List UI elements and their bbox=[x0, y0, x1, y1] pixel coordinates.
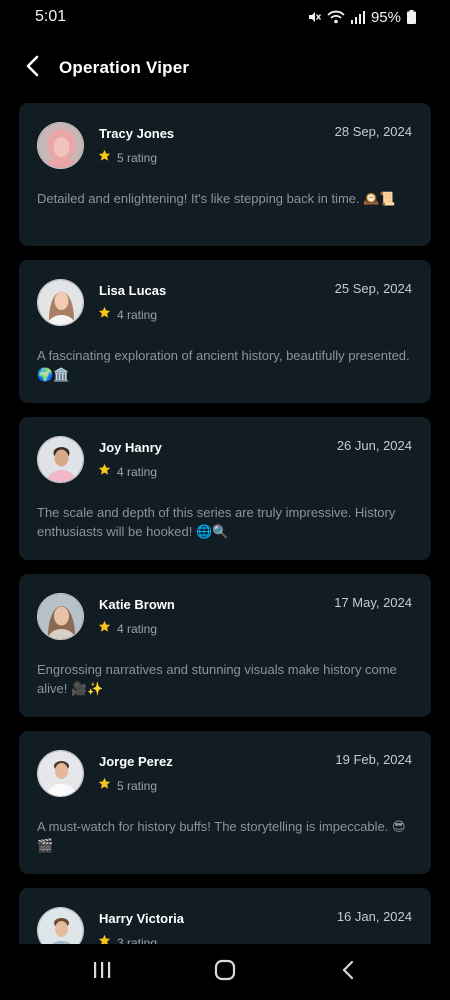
back-icon bbox=[341, 960, 355, 985]
star-icon bbox=[98, 934, 111, 944]
avatar bbox=[37, 593, 84, 640]
star-icon bbox=[98, 777, 111, 795]
battery-icon bbox=[407, 10, 416, 24]
recent-apps-icon bbox=[92, 960, 112, 985]
page-title: Operation Viper bbox=[59, 58, 190, 77]
rating-text: 5 rating bbox=[117, 779, 158, 793]
rating: 4 rating bbox=[98, 306, 157, 324]
star-icon bbox=[98, 149, 111, 167]
avatar bbox=[37, 436, 84, 483]
reviewer-name: Harry Victoria bbox=[99, 911, 185, 926]
review-text: A fascinating exploration of ancient his… bbox=[37, 348, 410, 382]
reviewer-name: Katie Brown bbox=[99, 597, 175, 612]
review-list[interactable]: Tracy Jones 5 rating 28 Sep, 2024 Detail… bbox=[19, 103, 431, 944]
home-button[interactable] bbox=[195, 950, 255, 994]
rating: 5 rating bbox=[98, 149, 157, 167]
star-icon bbox=[98, 620, 111, 638]
rating: 3 rating bbox=[98, 934, 157, 944]
review-date: 19 Feb, 2024 bbox=[335, 752, 412, 767]
rating-text: 3 rating bbox=[117, 936, 158, 944]
star-icon bbox=[98, 306, 111, 324]
home-icon bbox=[214, 959, 236, 986]
review-text: The scale and depth of this series are t… bbox=[37, 505, 396, 539]
signal-icon bbox=[350, 10, 365, 24]
back-button[interactable] bbox=[12, 48, 52, 88]
review-date: 28 Sep, 2024 bbox=[334, 124, 412, 139]
review-date: 17 May, 2024 bbox=[334, 595, 412, 610]
review-text: Engrossing narratives and stunning visua… bbox=[37, 662, 397, 696]
rating: 5 rating bbox=[98, 777, 157, 795]
rating: 4 rating bbox=[98, 620, 157, 638]
review-date: 16 Jan, 2024 bbox=[336, 909, 412, 924]
review-text: A must-watch for history buffs! The stor… bbox=[37, 819, 406, 853]
reviewer-name: Joy Hanry bbox=[99, 440, 162, 455]
battery-text: 95% bbox=[370, 8, 401, 26]
chevron-left-icon bbox=[25, 55, 39, 82]
mute-icon bbox=[307, 10, 321, 24]
rating-text: 4 rating bbox=[117, 465, 158, 479]
status-bar: 5:01 95% bbox=[0, 0, 450, 34]
avatar bbox=[37, 907, 84, 944]
wifi-icon bbox=[327, 10, 345, 24]
status-time: 5:01 bbox=[35, 8, 67, 25]
rating-text: 4 rating bbox=[117, 622, 158, 636]
app-header: Operation Viper bbox=[0, 44, 450, 92]
star-icon bbox=[98, 463, 111, 481]
avatar bbox=[37, 122, 84, 169]
rating: 4 rating bbox=[98, 463, 157, 481]
review-card: Lisa Lucas 4 rating 25 Sep, 2024 A fasci… bbox=[19, 260, 431, 403]
reviewer-name: Jorge Perez bbox=[99, 754, 173, 769]
nav-back-button[interactable] bbox=[318, 950, 378, 994]
rating-text: 4 rating bbox=[117, 308, 158, 322]
reviewer-name: Tracy Jones bbox=[99, 126, 175, 141]
recent-apps-button[interactable] bbox=[72, 950, 132, 994]
review-card: Katie Brown 4 rating 17 May, 2024 Engros… bbox=[19, 574, 431, 717]
avatar bbox=[37, 750, 84, 797]
status-icons: 95% bbox=[307, 9, 416, 26]
review-date: 25 Sep, 2024 bbox=[334, 281, 412, 296]
reviewer-name: Lisa Lucas bbox=[99, 283, 167, 298]
screen: 5:01 95% Operation Viper Tracy Jones 5 r… bbox=[0, 0, 450, 1000]
system-nav-bar bbox=[0, 944, 450, 1000]
avatar bbox=[37, 279, 84, 326]
review-card: Joy Hanry 4 rating 26 Jun, 2024 The scal… bbox=[19, 417, 431, 560]
review-card: Tracy Jones 5 rating 28 Sep, 2024 Detail… bbox=[19, 103, 431, 246]
review-date: 26 Jun, 2024 bbox=[336, 438, 412, 453]
rating-text: 5 rating bbox=[117, 151, 158, 165]
review-text: Detailed and enlightening! It's like ste… bbox=[37, 191, 396, 206]
review-card: Harry Victoria 3 rating 16 Jan, 2024 bbox=[19, 888, 431, 944]
review-card: Jorge Perez 5 rating 19 Feb, 2024 A must… bbox=[19, 731, 431, 874]
